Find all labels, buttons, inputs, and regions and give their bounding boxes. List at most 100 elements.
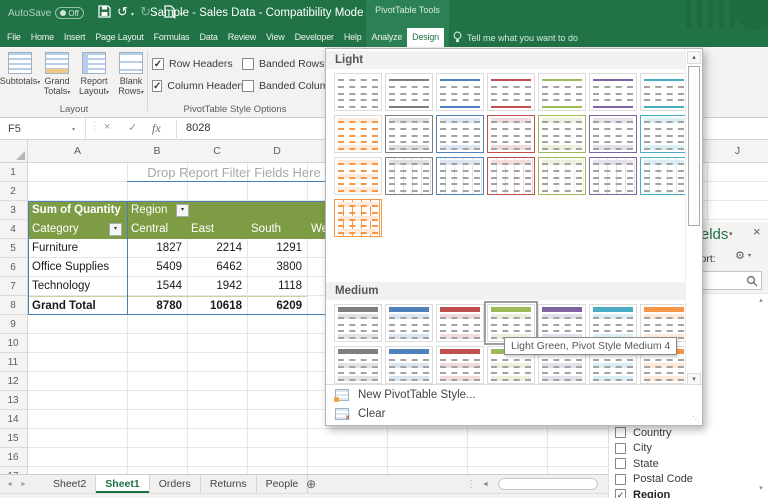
tab-view[interactable]: View (261, 28, 290, 47)
style-thumb[interactable] (334, 304, 382, 342)
tab-insert[interactable]: Insert (59, 28, 90, 47)
pivot-column-header-east[interactable]: East (187, 220, 247, 239)
pivot-value-cell[interactable]: 1827 (127, 239, 187, 258)
field-item-region[interactable]: ✓ Region (609, 487, 768, 498)
pivot-row-field-cell[interactable]: Category ▾ (28, 220, 127, 239)
row-header-2[interactable]: 2 (0, 182, 26, 201)
pivot-value-cell[interactable]: 3800 (247, 258, 307, 277)
tab-file[interactable]: File (2, 28, 26, 47)
undo-dropdown[interactable]: ▾ (131, 11, 134, 18)
row-header-15[interactable]: 15 (0, 429, 26, 448)
row-header-4[interactable]: 4 (0, 220, 26, 239)
field-item-postal-code[interactable]: Postal Code (609, 472, 768, 487)
style-thumb[interactable] (436, 346, 484, 384)
row-header-10[interactable]: 10 (0, 334, 26, 353)
row-header-16[interactable]: 16 (0, 448, 26, 467)
tools-button[interactable]: ⚙ ▾ (735, 249, 751, 262)
cancel-entry-button[interactable]: × (104, 121, 110, 133)
pane-scroll-up[interactable]: ▴ (755, 296, 767, 304)
style-thumb[interactable] (334, 346, 382, 384)
pivot-value-cell[interactable]: 1291 (247, 239, 307, 258)
row-header-5[interactable]: 5 (0, 239, 26, 258)
tab-formulas[interactable]: Formulas (149, 28, 195, 47)
new-sheet-button[interactable]: ⊕ (306, 475, 316, 494)
sheet-nav-right[interactable]: ► (20, 475, 27, 494)
checkbox-column-headers[interactable]: ✓ Column Headers (152, 79, 246, 92)
style-thumb[interactable] (640, 73, 688, 111)
row-header-7[interactable]: 7 (0, 277, 26, 296)
row-header-1[interactable]: 1 (0, 163, 26, 182)
style-thumb[interactable] (436, 115, 484, 153)
pane-close-button[interactable]: × (753, 224, 761, 239)
menu-item-clear[interactable]: × Clear (326, 404, 702, 423)
tab-data[interactable]: Data (195, 28, 223, 47)
pivot-value-cell[interactable]: 1544 (127, 277, 187, 296)
row-header-9[interactable]: 9 (0, 315, 26, 334)
style-thumb[interactable] (334, 199, 382, 237)
sheet-tab-sheet1[interactable]: Sheet1 (96, 475, 150, 493)
checkbox-row-headers[interactable]: ✓ Row Headers (152, 57, 242, 70)
pivot-column-field-cell[interactable]: Region ▾ (127, 201, 341, 220)
style-thumb[interactable] (538, 157, 586, 195)
style-thumb[interactable] (385, 304, 433, 342)
style-thumb[interactable] (487, 157, 535, 195)
tab-developer[interactable]: Developer (290, 28, 339, 47)
style-thumb[interactable] (589, 115, 637, 153)
style-thumb[interactable] (436, 304, 484, 342)
pane-scroll-down[interactable]: ▾ (755, 484, 767, 492)
row-header-3[interactable]: 3 (0, 201, 26, 220)
formula-bar-value[interactable]: 8028 (186, 122, 210, 134)
row-header-14[interactable]: 14 (0, 410, 26, 429)
sheet-tab-returns[interactable]: Returns (201, 475, 257, 493)
insert-function-button[interactable]: fx (152, 121, 161, 136)
style-thumb[interactable] (385, 157, 433, 195)
button-subtotals[interactable]: Subtotals▾ (0, 50, 40, 112)
style-thumb[interactable] (334, 157, 382, 195)
tab-help[interactable]: Help (339, 28, 367, 47)
column-header-b[interactable]: B (127, 140, 187, 163)
gallery-scroll-thumb[interactable] (688, 66, 700, 226)
formula-bar-handle[interactable]: ⋮ (90, 121, 100, 132)
pivot-value-cell[interactable]: 5409 (127, 258, 187, 277)
row-header-8[interactable]: 8 (0, 296, 26, 315)
pivot-column-header-south[interactable]: South (247, 220, 307, 239)
tab-design[interactable]: Design (407, 28, 444, 47)
hscroll-left-button[interactable]: ◄ (482, 475, 489, 494)
button-report-layout[interactable]: Report Layout▾ (76, 50, 112, 112)
column-header-a[interactable]: A (28, 140, 127, 163)
undo-button[interactable]: ↺ (117, 4, 128, 20)
gallery-scroll-up[interactable]: ▴ (687, 51, 701, 64)
sheet-tab-people[interactable]: People (257, 475, 309, 493)
style-thumb[interactable] (385, 115, 433, 153)
button-blank-rows[interactable]: Blank Rows▾ (113, 50, 149, 112)
pivot-row-label[interactable]: Office Supplies (28, 258, 127, 277)
grand-total-value[interactable]: 6209 (247, 296, 307, 315)
column-header-d[interactable]: D (247, 140, 307, 163)
style-thumb[interactable] (640, 115, 688, 153)
row-header-17[interactable]: 17 (0, 467, 26, 474)
grand-total-label[interactable]: Grand Total (28, 296, 127, 315)
style-thumb[interactable] (538, 73, 586, 111)
autosave-toggle[interactable]: AutoSave Off (8, 7, 84, 19)
style-thumb[interactable] (334, 73, 382, 111)
select-all-corner[interactable] (0, 140, 28, 163)
row-header-11[interactable]: 11 (0, 353, 26, 372)
enter-entry-button[interactable]: ✓ (128, 121, 137, 134)
column-header-j[interactable]: J (707, 140, 768, 163)
pivot-column-header-central[interactable]: Central (127, 220, 187, 239)
tab-home[interactable]: Home (26, 28, 59, 47)
grand-total-value[interactable]: 8780 (127, 296, 187, 315)
row-header-6[interactable]: 6 (0, 258, 26, 277)
sheet-nav-left[interactable]: ◄ (6, 475, 13, 494)
pivot-row-label[interactable]: Furniture (28, 239, 127, 258)
pivot-title-cell[interactable]: Sum of Quantity (28, 201, 127, 220)
column-header-c[interactable]: C (187, 140, 247, 163)
tab-analyze[interactable]: Analyze (367, 28, 408, 47)
style-thumb[interactable] (487, 115, 535, 153)
tab-page-layout[interactable]: Page Layout (90, 28, 148, 47)
row-header-12[interactable]: 12 (0, 372, 26, 391)
style-thumb[interactable] (385, 346, 433, 384)
hscroll-thumb[interactable] (498, 478, 598, 490)
tab-review[interactable]: Review (223, 28, 261, 47)
style-thumb[interactable] (436, 73, 484, 111)
